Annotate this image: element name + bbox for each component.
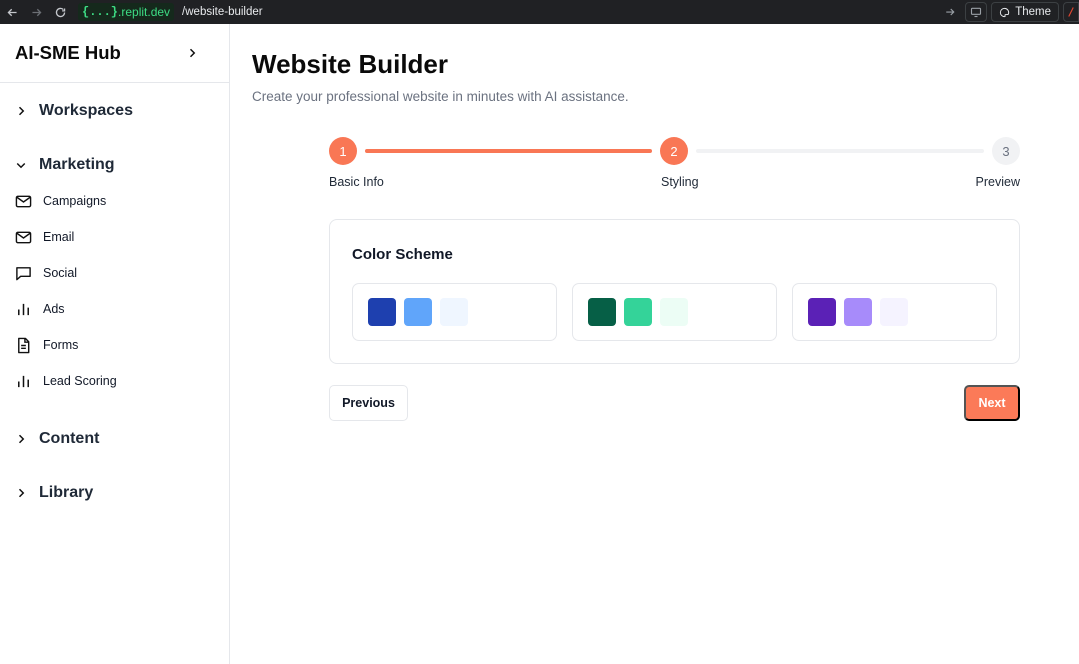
sidebar-item-forms[interactable]: Forms bbox=[0, 327, 229, 363]
sidebar-section-library[interactable]: Library bbox=[0, 479, 229, 507]
forward-icon[interactable] bbox=[24, 0, 48, 24]
color-scheme-title: Color Scheme bbox=[352, 246, 453, 263]
sidebar: AI-SME Hub Workspaces Marketing Campaign… bbox=[0, 24, 230, 664]
color-swatch bbox=[880, 298, 908, 326]
mail-icon bbox=[15, 229, 32, 246]
sidebar-item-label: Forms bbox=[43, 338, 79, 352]
color-swatch bbox=[844, 298, 872, 326]
chevron-right-icon bbox=[18, 434, 25, 444]
sidebar-item-label: Email bbox=[43, 230, 75, 244]
sidebar-section-marketing[interactable]: Marketing bbox=[0, 151, 229, 179]
file-text-icon bbox=[15, 337, 32, 354]
back-icon[interactable] bbox=[0, 0, 24, 24]
step-connector-2 bbox=[696, 149, 984, 153]
sidebar-item-social[interactable]: Social bbox=[0, 255, 229, 291]
color-swatch bbox=[368, 298, 396, 326]
chevron-down-icon bbox=[16, 162, 26, 169]
color-scheme-option-3[interactable] bbox=[792, 283, 997, 341]
step-1-label: Basic Info bbox=[329, 175, 384, 189]
step-number: 1 bbox=[339, 143, 347, 159]
chevron-right-icon bbox=[18, 106, 25, 116]
browser-toolbar: {...} .replit.dev /website-builder Theme bbox=[0, 0, 1079, 24]
color-swatch bbox=[624, 298, 652, 326]
message-square-icon bbox=[15, 265, 32, 282]
palette-icon bbox=[1000, 7, 1010, 17]
theme-label: Theme bbox=[1015, 6, 1051, 18]
sidebar-section-workspaces[interactable]: Workspaces bbox=[0, 97, 229, 125]
url-host-chip[interactable]: {...} .replit.dev bbox=[78, 3, 175, 21]
sidebar-item-campaigns[interactable]: Campaigns bbox=[0, 183, 229, 219]
step-1-indicator[interactable]: 1 bbox=[329, 137, 357, 165]
previous-button[interactable]: Previous bbox=[329, 385, 408, 421]
section-label: Workspaces bbox=[39, 102, 133, 119]
chevron-right-icon[interactable] bbox=[184, 45, 200, 61]
section-label: Library bbox=[39, 484, 94, 501]
mail-icon bbox=[15, 193, 32, 210]
color-scheme-option-2[interactable] bbox=[572, 283, 777, 341]
step-2-indicator[interactable]: 2 bbox=[660, 137, 688, 165]
sidebar-item-label: Social bbox=[43, 266, 78, 280]
color-scheme-card: Color Scheme bbox=[329, 219, 1020, 364]
step-number: 3 bbox=[1002, 143, 1010, 159]
next-button[interactable]: Next bbox=[964, 385, 1020, 421]
color-swatch bbox=[588, 298, 616, 326]
stepper: 1 2 3 Basic Info Styling Preview bbox=[329, 137, 1020, 193]
monitor-icon[interactable] bbox=[965, 2, 988, 22]
section-label: Content bbox=[39, 430, 100, 447]
theme-button[interactable]: Theme bbox=[991, 2, 1059, 22]
sidebar-item-label: Lead Scoring bbox=[43, 374, 117, 388]
step-number: 2 bbox=[670, 143, 678, 159]
step-3-label: Preview bbox=[975, 175, 1020, 189]
extension-icon[interactable] bbox=[1063, 2, 1079, 22]
url-path[interactable]: /website-builder bbox=[182, 6, 263, 18]
sidebar-section-content[interactable]: Content bbox=[0, 425, 229, 453]
color-swatch bbox=[440, 298, 468, 326]
step-3-indicator[interactable]: 3 bbox=[992, 137, 1020, 165]
sidebar-item-label: Ads bbox=[43, 302, 65, 316]
color-scheme-option-1[interactable] bbox=[352, 283, 557, 341]
color-swatch bbox=[660, 298, 688, 326]
bar-chart-icon bbox=[15, 301, 32, 318]
page-subtitle: Create your professional website in minu… bbox=[252, 89, 629, 104]
sidebar-item-ads[interactable]: Ads bbox=[0, 291, 229, 327]
page-title: Website Builder bbox=[252, 49, 449, 79]
share-arrow-icon[interactable] bbox=[939, 2, 961, 22]
sidebar-item-lead-scoring[interactable]: Lead Scoring bbox=[0, 363, 229, 399]
main-content: Website Builder Create your professional… bbox=[231, 24, 1079, 664]
sidebar-item-email[interactable]: Email bbox=[0, 219, 229, 255]
url-host: .replit.dev bbox=[118, 5, 171, 19]
brand-title: AI-SME Hub bbox=[15, 42, 121, 63]
bar-chart-icon bbox=[15, 373, 32, 390]
chevron-right-icon bbox=[18, 488, 25, 498]
sidebar-item-label: Campaigns bbox=[43, 194, 107, 208]
step-connector-1 bbox=[365, 149, 652, 153]
color-swatch bbox=[404, 298, 432, 326]
sidebar-header: AI-SME Hub bbox=[0, 24, 229, 83]
section-label: Marketing bbox=[39, 156, 115, 173]
step-2-label: Styling bbox=[661, 175, 699, 189]
reload-icon[interactable] bbox=[48, 0, 72, 24]
color-swatch bbox=[808, 298, 836, 326]
color-scheme-options bbox=[352, 283, 997, 341]
url-brace: {...} bbox=[82, 5, 119, 19]
